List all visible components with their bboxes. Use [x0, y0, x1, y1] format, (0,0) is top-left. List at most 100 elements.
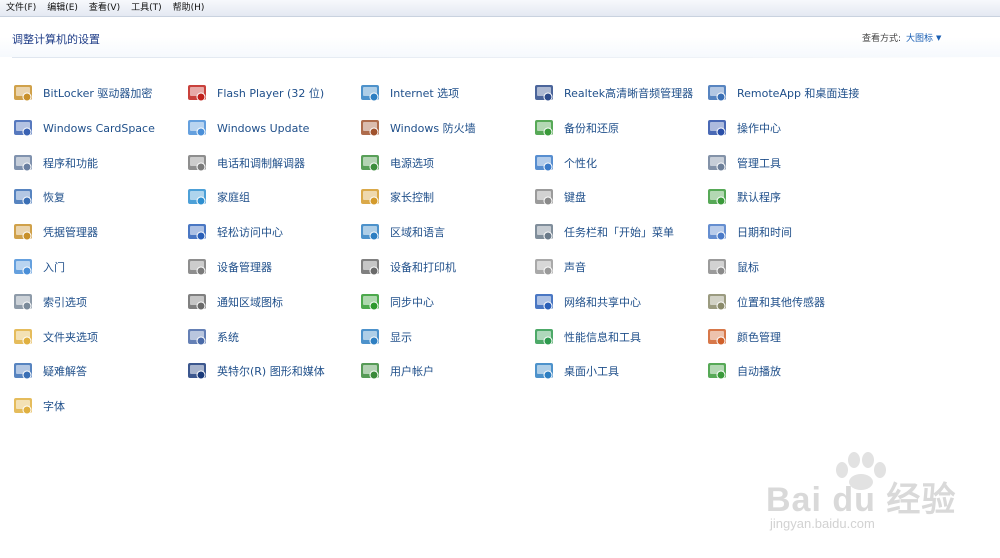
cp-item[interactable]: 系统 [186, 325, 239, 349]
system-icon[interactable] [186, 326, 208, 348]
cp-item-label[interactable]: Windows 防火墙 [390, 120, 476, 136]
cp-item[interactable]: 日期和时间 [706, 220, 792, 244]
cp-item-label[interactable]: Flash Player (32 位) [217, 85, 324, 101]
cp-item-label[interactable]: 疑难解答 [43, 363, 87, 379]
menu-edit[interactable]: 编辑(E) [41, 0, 83, 16]
cp-item[interactable]: 通知区域图标 [186, 290, 283, 314]
flash-icon[interactable] [186, 82, 208, 104]
cp-item[interactable]: 性能信息和工具 [533, 325, 641, 349]
cp-item[interactable]: 家庭组 [186, 185, 250, 209]
cp-item[interactable]: 电话和调制解调器 [186, 151, 305, 175]
cp-item[interactable]: 任务栏和「开始」菜单 [533, 220, 674, 244]
cp-item[interactable]: 疑难解答 [12, 359, 87, 383]
phone-icon[interactable] [186, 152, 208, 174]
performance-icon[interactable] [533, 326, 555, 348]
cp-item-label[interactable]: 设备和打印机 [390, 259, 456, 275]
cp-item[interactable]: 备份和还原 [533, 116, 619, 140]
cp-item-label[interactable]: 默认程序 [737, 189, 781, 205]
cp-item-label[interactable]: 操作中心 [737, 120, 781, 136]
cp-item-label[interactable]: 自动播放 [737, 363, 781, 379]
menu-file[interactable]: 文件(F) [0, 0, 41, 16]
gadgets-icon[interactable] [533, 360, 555, 382]
view-by-dropdown[interactable]: 大图标 ▼ [906, 31, 941, 45]
cp-item-label[interactable]: 入门 [43, 259, 65, 275]
cp-item-label[interactable]: 同步中心 [390, 294, 434, 310]
cp-item-label[interactable]: 个性化 [564, 155, 597, 171]
programs-icon[interactable] [12, 152, 34, 174]
cp-item-label[interactable]: 任务栏和「开始」菜单 [564, 224, 674, 240]
cp-item-label[interactable]: 区域和语言 [390, 224, 445, 240]
cp-item-label[interactable]: 设备管理器 [217, 259, 272, 275]
backup-icon[interactable] [533, 117, 555, 139]
autoplay-icon[interactable] [706, 360, 728, 382]
cp-item[interactable]: 操作中心 [706, 116, 781, 140]
cp-item-label[interactable]: Windows CardSpace [43, 122, 155, 135]
vault-icon[interactable] [12, 221, 34, 243]
cp-item[interactable]: Flash Player (32 位) [186, 81, 324, 105]
default-programs-icon[interactable] [706, 186, 728, 208]
cp-item-label[interactable]: 系统 [217, 329, 239, 345]
cp-item[interactable]: 自动播放 [706, 359, 781, 383]
cp-item-label[interactable]: 文件夹选项 [43, 329, 98, 345]
notification-icon[interactable] [186, 291, 208, 313]
cp-item[interactable]: Windows 防火墙 [359, 116, 476, 140]
cp-item-label[interactable]: 用户帐户 [390, 363, 434, 379]
fonts-icon[interactable] [12, 395, 34, 417]
cp-item[interactable]: 英特尔(R) 图形和媒体 [186, 359, 325, 383]
network-icon[interactable] [533, 291, 555, 313]
cp-item-label[interactable]: 通知区域图标 [217, 294, 283, 310]
recovery-icon[interactable] [12, 186, 34, 208]
intel-graphics-icon[interactable] [186, 360, 208, 382]
cp-item-label[interactable]: 家庭组 [217, 189, 250, 205]
sync-icon[interactable] [359, 291, 381, 313]
menu-view[interactable]: 查看(V) [83, 0, 125, 16]
cp-item[interactable]: 个性化 [533, 151, 597, 175]
user-accounts-icon[interactable] [359, 360, 381, 382]
display-icon[interactable] [359, 326, 381, 348]
cp-item[interactable]: 显示 [359, 325, 412, 349]
cp-item[interactable]: 用户帐户 [359, 359, 434, 383]
personalize-icon[interactable] [533, 152, 555, 174]
cp-item[interactable]: 程序和功能 [12, 151, 98, 175]
cp-item-label[interactable]: 网络和共享中心 [564, 294, 641, 310]
cp-item-label[interactable]: 备份和还原 [564, 120, 619, 136]
cp-item[interactable]: 文件夹选项 [12, 325, 98, 349]
firewall-icon[interactable] [359, 117, 381, 139]
getting-started-icon[interactable] [12, 256, 34, 278]
speaker-icon[interactable] [533, 82, 555, 104]
windows-update-icon[interactable] [186, 117, 208, 139]
ease-access-icon[interactable] [186, 221, 208, 243]
flag-icon[interactable] [706, 117, 728, 139]
cp-item-label[interactable]: 声音 [564, 259, 586, 275]
menu-tools[interactable]: 工具(T) [125, 0, 167, 16]
cp-item-label[interactable]: 凭据管理器 [43, 224, 98, 240]
cp-item-label[interactable]: 英特尔(R) 图形和媒体 [217, 363, 325, 379]
device-manager-icon[interactable] [186, 256, 208, 278]
cp-item[interactable]: 管理工具 [706, 151, 781, 175]
cp-item[interactable]: 默认程序 [706, 185, 781, 209]
cp-item[interactable]: 区域和语言 [359, 220, 445, 244]
cp-item[interactable]: 字体 [12, 394, 65, 418]
cp-item[interactable]: BitLocker 驱动器加密 [12, 81, 152, 105]
region-icon[interactable] [359, 221, 381, 243]
sound-icon[interactable] [533, 256, 555, 278]
keyboard-icon[interactable] [533, 186, 555, 208]
index-icon[interactable] [12, 291, 34, 313]
cp-item[interactable]: Realtek高清晰音频管理器 [533, 81, 693, 105]
cp-item-label[interactable]: 显示 [390, 329, 412, 345]
key-icon[interactable] [12, 82, 34, 104]
cp-item-label[interactable]: Internet 选项 [390, 85, 459, 101]
admin-tools-icon[interactable] [706, 152, 728, 174]
cp-item-label[interactable]: 管理工具 [737, 155, 781, 171]
mouse-icon[interactable] [706, 256, 728, 278]
cp-item[interactable]: 索引选项 [12, 290, 87, 314]
cp-item[interactable]: 电源选项 [359, 151, 434, 175]
cp-item[interactable]: 恢复 [12, 185, 65, 209]
cp-item-label[interactable]: RemoteApp 和桌面连接 [737, 85, 859, 101]
printer-icon[interactable] [359, 256, 381, 278]
cp-item-label[interactable]: 程序和功能 [43, 155, 98, 171]
cp-item[interactable]: 位置和其他传感器 [706, 290, 825, 314]
cp-item-label[interactable]: 鼠标 [737, 259, 759, 275]
cp-item[interactable]: 鼠标 [706, 255, 759, 279]
power-icon[interactable] [359, 152, 381, 174]
